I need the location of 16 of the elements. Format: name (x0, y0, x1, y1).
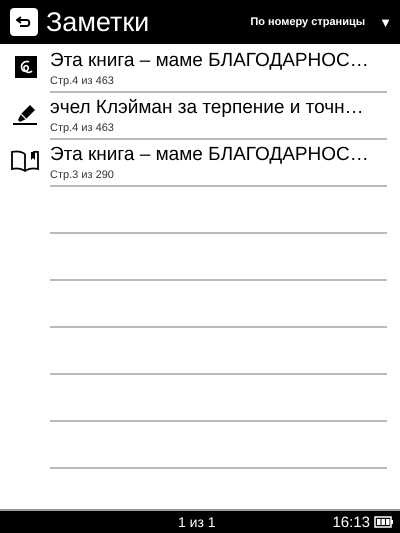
note-title[interactable]: эчел Клэйман за терпение и точн… (50, 97, 387, 119)
window-title: Заметки (46, 6, 150, 38)
battery-icon (374, 516, 394, 528)
page-number: Стр.4 из 463 (50, 75, 115, 87)
dropdown-arrow[interactable]: ▼ (379, 14, 392, 30)
back-icon (16, 16, 32, 28)
handwriting-icon (15, 56, 37, 78)
book-icon (10, 148, 40, 172)
note-title[interactable]: Эта книга – маме БЛАГОДАРНОС… (50, 50, 387, 72)
back-button[interactable] (10, 8, 38, 36)
sort-dropdown[interactable]: По номеру страницы (250, 16, 366, 28)
page-number: Стр.4 из 463 (50, 122, 115, 134)
clock: 16:13 (332, 514, 370, 530)
page-number: Стр.3 из 290 (50, 169, 115, 181)
note-title[interactable]: Эта книга – маме БЛАГОДАРНОС… (50, 144, 387, 166)
page-indicator: 1 из 1 (178, 514, 216, 530)
